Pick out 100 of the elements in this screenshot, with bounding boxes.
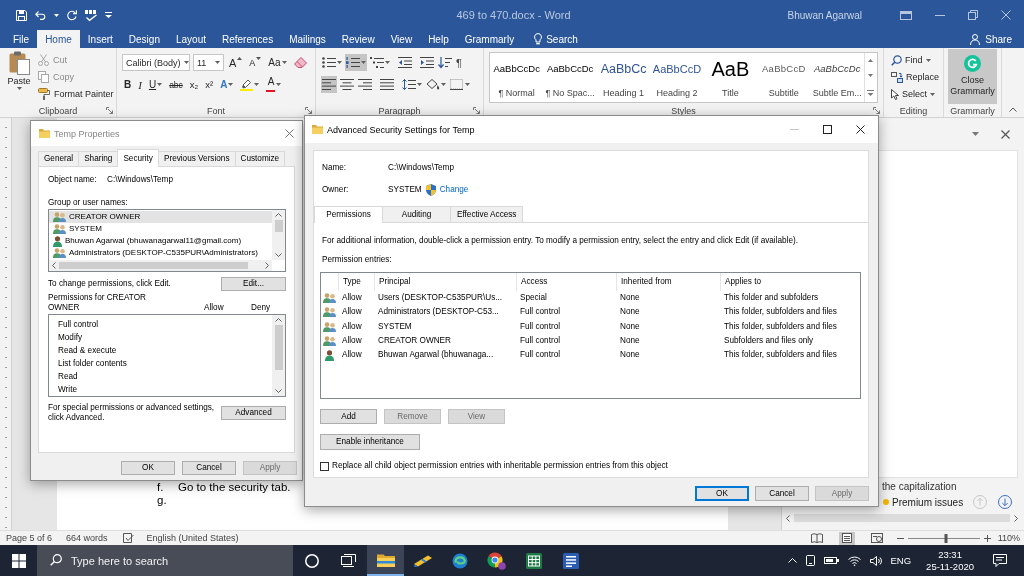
ribbon-tab[interactable]: Grammarly [456,30,523,48]
style-item[interactable]: AaBbCcDc ¶ No Spac... [543,53,597,102]
ribbon-tab[interactable]: References [214,30,282,48]
style-item[interactable]: AaBbCc Heading 1 [596,53,651,102]
column-header[interactable]: Principal [379,277,411,287]
ribbon-tab[interactable]: Help [420,30,457,48]
speaker-icon[interactable] [869,555,882,566]
style-item[interactable]: AaBbCcD Subtitle [757,53,811,102]
paste-button[interactable]: Paste [5,51,33,104]
scroll-right-icon[interactable] [265,262,269,269]
numbering-button[interactable] [345,54,367,71]
proofing-icon[interactable] [122,533,134,543]
vertical-scrollbar[interactable] [272,315,285,396]
zoom-in-icon[interactable] [983,534,991,542]
find-button[interactable]: Find [891,52,943,68]
column-header[interactable]: Type [343,277,361,287]
arrow-down-icon[interactable] [998,495,1012,509]
ribbon-tab[interactable]: Home [37,30,80,48]
font-color-button[interactable]: A [264,76,284,93]
device-icon[interactable] [805,555,815,566]
checkbox-label[interactable]: Replace all child object permission entries with inheritable permission entries from this object [332,461,668,471]
align-right-button[interactable] [357,76,373,93]
page-count[interactable]: Page 5 of 6 [6,533,53,543]
scrollbar-thumb[interactable] [274,325,283,370]
strikethrough-button[interactable]: abc [167,76,185,93]
maximize-icon[interactable] [823,125,832,134]
scroll-up-icon[interactable] [275,213,282,217]
dialog-button[interactable]: Cancel [182,461,236,475]
align-left-button[interactable] [321,76,337,93]
caret-up-icon[interactable] [787,558,797,563]
italic-button[interactable]: I [136,76,144,93]
style-item[interactable]: AaBbCcD Heading 2 [650,53,704,102]
painter-button[interactable]: Format Painter [38,86,114,102]
dialog-button[interactable]: OK [695,486,749,501]
ribbon-tab[interactable]: Design [120,30,168,48]
font-size-field[interactable]: 11 [193,54,224,71]
minimize-icon[interactable] [935,14,945,16]
dialog-button[interactable]: Cancel [755,486,809,501]
bold-button[interactable]: B [122,76,134,93]
outdent-button[interactable] [397,54,413,71]
list-item[interactable]: Bhuwan Agarwal (bhuwanagarwal11@gmail.com) [49,235,272,247]
user-name[interactable]: Bhuwan Agarwal [787,9,862,21]
indent-button[interactable] [419,54,435,71]
dialog-tab[interactable]: Customize [234,151,286,166]
change-case-button[interactable]: Aa [266,54,289,71]
dialog-tab[interactable]: Effective Access [450,206,524,222]
borders-button[interactable] [449,76,471,93]
clock-date[interactable]: 25-11-2020 [926,560,974,573]
grow-font-button[interactable]: A [227,54,245,71]
scroll-down-icon[interactable] [275,253,282,257]
justify-button[interactable] [379,76,395,93]
column-header[interactable]: Inherited from [621,277,672,287]
view-button[interactable] [868,531,885,545]
share-button[interactable]: Share [970,30,1024,48]
collapse-ribbon-icon[interactable] [1009,107,1017,112]
ribbon-tab[interactable]: View [382,30,421,48]
style-item[interactable]: AaBbCcDc ¶ Normal [490,53,544,102]
search-button[interactable]: Search [530,30,582,48]
ribbon-tab[interactable]: Mailings [281,30,334,48]
superscript-button[interactable]: x² [203,76,216,93]
caret-icon[interactable] [972,132,979,136]
dialog-tab[interactable]: General [38,151,80,166]
save-icon[interactable] [16,9,27,21]
bullets-button[interactable] [321,54,343,71]
close-pane-button[interactable]: Close Grammarly [948,49,997,104]
redo-icon[interactable] [67,10,77,20]
zoom-level[interactable]: 110% [997,533,1020,543]
dialog-tab[interactable]: Auditing [382,206,451,222]
style-item[interactable]: AaBbCcDc Subtle Em... [810,53,864,102]
multilevel-button[interactable] [369,54,391,71]
dialog-launcher-icon[interactable] [106,107,113,114]
wifi-icon[interactable] [847,555,861,566]
view-button[interactable] [808,531,825,545]
column-header[interactable]: Applies to [725,277,761,287]
advanced-button[interactable]: Advanced [221,406,286,420]
language[interactable]: English (United States) [146,533,239,543]
spelling-icon[interactable] [85,9,97,21]
dialog-tab[interactable]: Sharing [78,151,119,166]
premium-issues-label[interactable]: Premium issues [892,496,964,508]
scroll-left-icon[interactable] [786,514,790,522]
ribbon-tab[interactable]: File [5,30,38,48]
edit-button[interactable]: Edit... [221,277,286,291]
dialog-button[interactable]: OK [121,461,175,475]
dialog-launcher-icon[interactable] [473,107,480,114]
center-button[interactable] [339,76,355,93]
underline-button[interactable]: U [146,76,165,93]
scroll-left-icon[interactable] [52,262,56,269]
dialog-launcher-icon[interactable] [305,107,312,114]
scrollbar-thumb[interactable] [274,220,283,232]
scrollbar-thumb[interactable] [59,262,248,269]
select-button[interactable]: Select [891,86,943,102]
font-name-field[interactable]: Calibri (Body) [122,54,190,71]
scroll-up-icon[interactable] [275,318,282,322]
shrink-font-button[interactable]: A [247,54,264,71]
spacing-button[interactable] [401,76,423,93]
scroll-down-icon[interactable] [275,389,282,393]
notification-icon[interactable] [993,554,1007,567]
sort-button[interactable] [437,54,453,71]
dialog-button[interactable]: Enable inheritance [320,434,420,450]
close-icon[interactable] [856,125,865,134]
